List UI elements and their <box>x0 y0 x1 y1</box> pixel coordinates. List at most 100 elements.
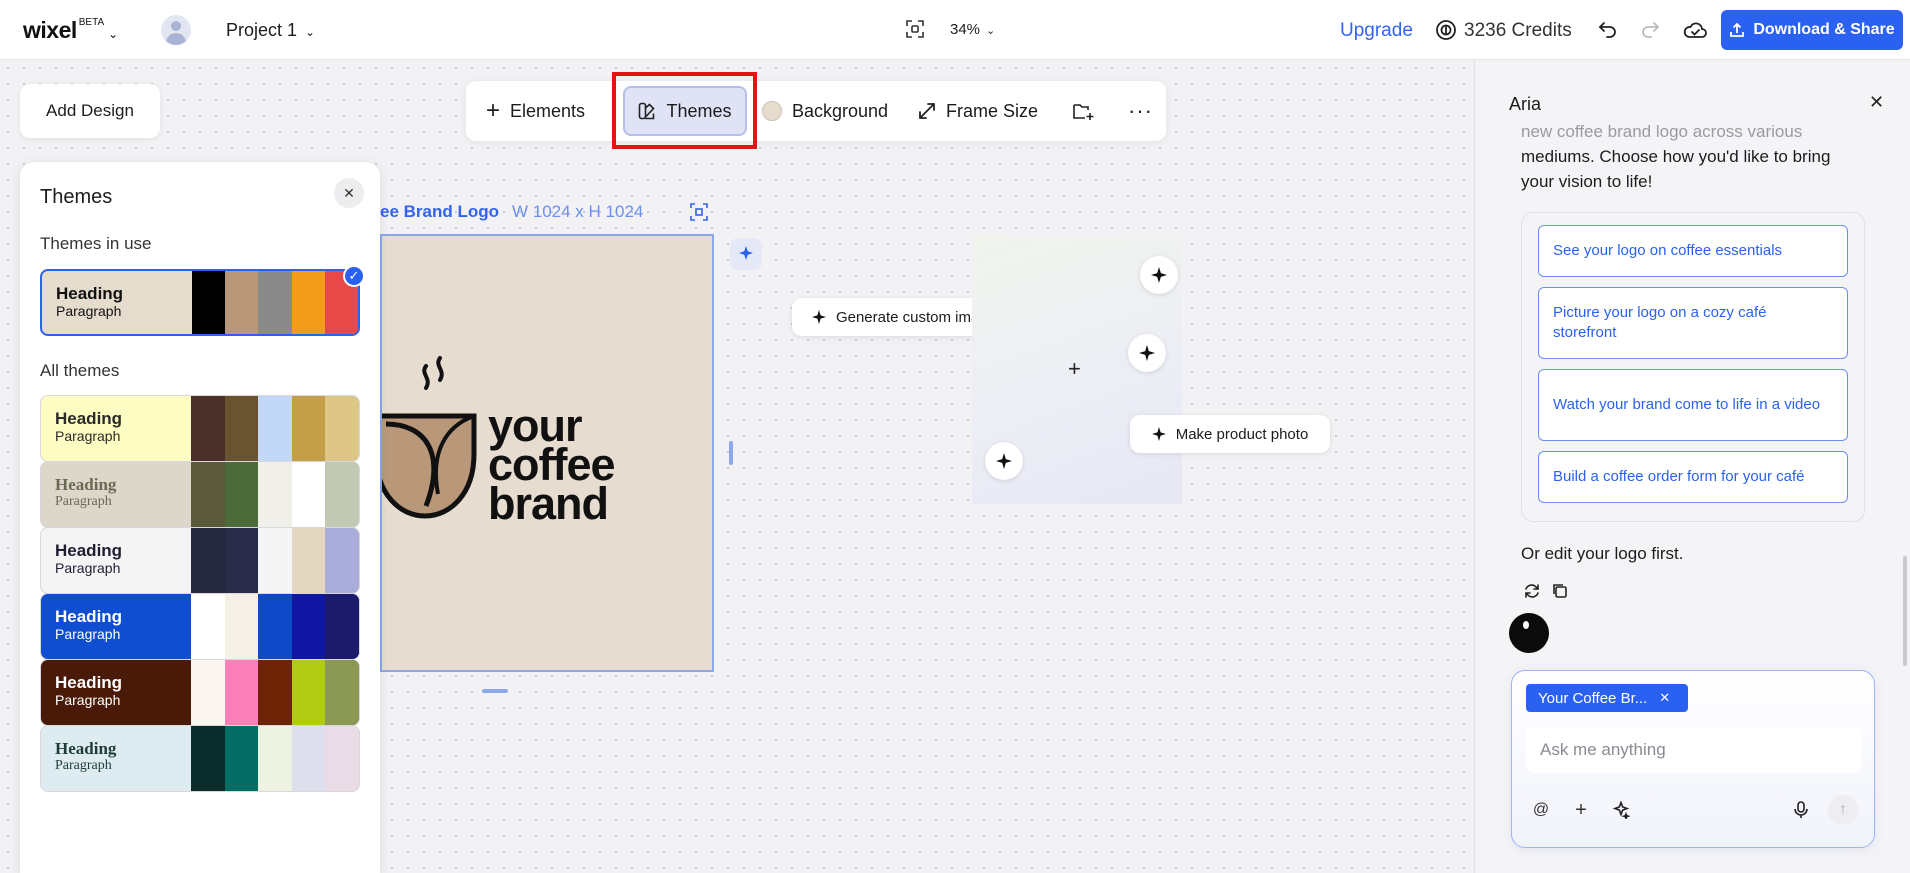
sparkle-icon <box>811 310 826 324</box>
theme-card-text: Heading Paragraph <box>41 396 191 461</box>
download-share-button[interactable]: Download & Share <box>1721 10 1903 50</box>
theme-color-swatch <box>224 594 259 659</box>
theme-paragraph: Paragraph <box>55 692 121 708</box>
add-design-button[interactable]: Add Design <box>20 84 160 138</box>
more-icon: ··· <box>1128 98 1153 123</box>
theme-card[interactable]: Heading Paragraph <box>40 725 360 792</box>
cloud-save-icon[interactable] <box>1682 18 1708 42</box>
theme-card[interactable]: Heading Paragraph <box>40 593 360 660</box>
wixel-logo-menu[interactable]: wixel BETA⌄ <box>23 17 118 44</box>
sparkle-button[interactable] <box>1128 334 1166 372</box>
theme-card-text: Heading Paragraph <box>41 462 191 527</box>
product-photo-label: Make product photo <box>1175 425 1309 443</box>
theme-color-swatch <box>325 528 359 593</box>
theme-color-swatch <box>325 594 359 659</box>
theme-paragraph: Paragraph <box>56 303 122 319</box>
frame-size-button[interactable]: Frame Size <box>918 95 1038 127</box>
chat-input[interactable] <box>1526 727 1862 773</box>
ai-tools-icon[interactable] <box>1610 799 1632 821</box>
zoom-menu[interactable]: 34% ⌄ <box>950 21 995 38</box>
project-menu[interactable]: Project 1 ⌄ <box>226 20 315 41</box>
remove-chip-icon[interactable]: ✕ <box>1659 690 1670 706</box>
user-avatar[interactable] <box>161 15 191 45</box>
theme-card-text: Heading Paragraph <box>41 594 191 659</box>
sparkle-button[interactable] <box>1140 256 1178 294</box>
scrollbar[interactable] <box>1903 556 1907 666</box>
resize-handle-right[interactable] <box>729 441 733 465</box>
theme-color-swatch <box>258 726 292 791</box>
sparkle-icon <box>1151 427 1166 441</box>
redo-icon[interactable] <box>1638 18 1662 42</box>
close-icon[interactable]: ✕ <box>334 178 364 208</box>
suggestion-order-form[interactable]: Build a coffee order form for your café <box>1538 451 1848 503</box>
theme-color-swatch <box>191 528 225 593</box>
theme-color-swatch <box>225 271 259 334</box>
suggestions-box: See your logo on coffee essentials Pictu… <box>1521 212 1865 522</box>
suggestion-brand-video[interactable]: Watch your brand come to life in a video <box>1538 369 1848 441</box>
send-button[interactable]: ↑ <box>1828 795 1858 825</box>
regenerate-icon[interactable] <box>1523 582 1541 600</box>
context-chip[interactable]: Your Coffee Br... ✕ <box>1526 684 1688 712</box>
copy-icon[interactable] <box>1551 582 1569 600</box>
download-share-label: Download & Share <box>1753 21 1895 38</box>
theme-heading: Heading <box>55 541 123 560</box>
theme-color-swatch <box>325 726 359 791</box>
frame-dimensions: W 1024 x H 1024 <box>512 202 644 221</box>
plus-icon[interactable]: + <box>1570 799 1592 821</box>
theme-card[interactable]: Heading Paragraph <box>40 659 360 726</box>
undo-icon[interactable] <box>1596 18 1620 42</box>
add-frame-icon <box>1073 104 1094 120</box>
background-button[interactable]: Background <box>762 95 888 127</box>
make-product-photo-button[interactable]: Make product photo <box>1130 415 1330 453</box>
theme-card[interactable]: Heading Paragraph <box>40 461 360 528</box>
add-frame-button[interactable] <box>1072 95 1094 127</box>
chevron-down-icon: ⌄ <box>305 25 316 39</box>
theme-heading: Heading <box>55 475 117 494</box>
more-options-button[interactable]: ··· <box>1128 95 1153 127</box>
focus-frame-icon[interactable] <box>690 203 708 221</box>
frame-title[interactable]: ee Brand Logo <box>380 202 499 222</box>
zoom-level: 34% <box>950 21 981 38</box>
resize-icon <box>919 103 935 119</box>
aria-message-faded: new coffee brand logo across various <box>1521 122 1803 141</box>
ai-edit-button[interactable] <box>730 238 762 270</box>
arrow-up-icon: ↑ <box>1839 801 1847 818</box>
theme-color-swatch <box>291 528 326 593</box>
elements-label: Elements <box>510 100 586 121</box>
chip-label: Your Coffee Br... <box>1538 689 1648 707</box>
coffee-logo-design[interactable]: your coffee brand <box>380 234 714 672</box>
theme-color-swatch <box>224 726 259 791</box>
aria-message: mediums. Choose how you'd like to bring … <box>1521 147 1831 191</box>
sparkle-button[interactable] <box>985 442 1023 480</box>
theme-color-swatch <box>325 660 359 725</box>
elements-button[interactable]: + Elements <box>486 95 585 127</box>
theme-paragraph: Paragraph <box>55 626 121 642</box>
theme-color-swatch <box>192 271 226 334</box>
aria-edit-text: Or edit your logo first. <box>1521 544 1684 563</box>
themes-highlight-box <box>612 72 757 149</box>
theme-card-text: Heading Paragraph <box>42 271 192 334</box>
beta-badge: BETA <box>78 17 105 29</box>
theme-color-swatch <box>258 396 292 461</box>
theme-card[interactable]: Heading Paragraph <box>40 527 360 594</box>
credits-count[interactable]: 3236 Credits <box>1464 20 1572 42</box>
coffee-cup-logo-icon <box>382 356 477 519</box>
suggestion-coffee-essentials[interactable]: See your logo on coffee essentials <box>1538 225 1848 277</box>
theme-color-swatch <box>325 396 359 461</box>
plus-icon: + <box>486 97 501 124</box>
chevron-down-icon: ⌄ <box>986 25 996 37</box>
suggestion-cafe-storefront[interactable]: Picture your logo on a cozy café storefr… <box>1538 287 1848 359</box>
upload-icon <box>1730 22 1745 37</box>
microphone-icon[interactable] <box>1790 799 1812 821</box>
theme-color-swatch <box>291 271 325 334</box>
plus-icon[interactable]: + <box>1068 356 1081 382</box>
fit-to-screen-icon[interactable] <box>906 20 924 38</box>
theme-color-swatch <box>291 462 326 527</box>
upgrade-link[interactable]: Upgrade <box>1340 20 1413 42</box>
theme-card[interactable]: Heading Paragraph <box>40 395 360 462</box>
mention-icon[interactable]: @ <box>1530 799 1552 821</box>
theme-card-in-use[interactable]: Heading Paragraph <box>40 269 360 336</box>
resize-handle-bottom[interactable] <box>482 689 508 693</box>
close-icon[interactable]: ✕ <box>1869 92 1884 113</box>
background-label: Background <box>792 100 889 121</box>
